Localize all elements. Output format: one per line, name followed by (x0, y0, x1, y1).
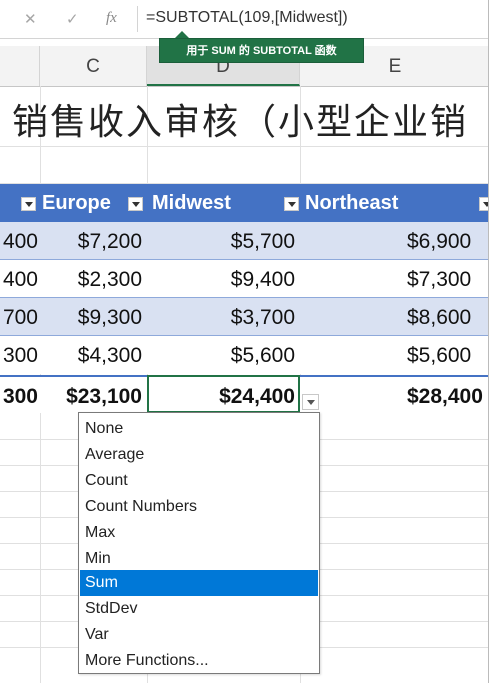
total-cell[interactable]: $28,400 (300, 377, 491, 415)
formula-bar: ✕ ✓ fx =SUBTOTAL(109,[Midwest]) (0, 0, 491, 39)
total-function-dropdown: None Average Count Count Numbers Max Min… (78, 412, 320, 674)
option-more-functions[interactable]: More Functions... (80, 648, 318, 674)
gridline (0, 146, 491, 147)
enter-icon[interactable]: ✓ (66, 10, 79, 28)
formula-input[interactable]: =SUBTOTAL(109,[Midwest]) (146, 9, 348, 27)
option-min[interactable]: Min (80, 546, 318, 572)
table-cell[interactable]: 400 (0, 222, 38, 260)
option-count[interactable]: Count (80, 468, 318, 494)
column-header-c[interactable]: C (40, 46, 147, 86)
header-midwest[interactable]: Midwest (152, 184, 231, 222)
table-row: 700 $9,300 $3,700 $8,600 (0, 298, 491, 336)
table-cell[interactable]: 400 (0, 260, 38, 298)
total-cell[interactable]: 300 (0, 377, 38, 415)
table-row: 400 $2,300 $9,400 $7,300 (0, 260, 491, 298)
table-cell[interactable]: $9,400 (147, 260, 295, 298)
table-cell[interactable]: $5,700 (147, 222, 295, 260)
option-sum[interactable]: Sum (80, 570, 318, 596)
table-row: 400 $7,200 $5,700 $6,900 (0, 222, 491, 260)
table-cell[interactable]: $5,600 (300, 336, 491, 374)
filter-dropdown-icon[interactable] (21, 197, 36, 211)
filter-dropdown-icon[interactable] (128, 197, 143, 211)
table-cell[interactable]: $6,900 (300, 222, 491, 260)
cancel-icon[interactable]: ✕ (24, 10, 37, 28)
table-cell[interactable]: $8,600 (300, 298, 491, 336)
selected-cell-outline (147, 375, 300, 413)
total-cell[interactable]: $23,100 (40, 377, 142, 415)
option-stddev[interactable]: StdDev (80, 596, 318, 622)
table-cell[interactable]: $2,300 (40, 260, 142, 298)
filter-dropdown-icon[interactable] (284, 197, 299, 211)
header-europe[interactable]: Europe (42, 184, 111, 222)
table-cell[interactable]: $4,300 (40, 336, 142, 374)
insert-function-icon[interactable]: fx (106, 10, 117, 27)
table-header-row: Europe Midwest Northeast (0, 184, 491, 222)
table-cell[interactable]: $7,300 (300, 260, 491, 298)
table-cell[interactable]: 300 (0, 336, 38, 374)
table-cell[interactable]: $5,600 (147, 336, 295, 374)
option-average[interactable]: Average (80, 442, 318, 468)
column-header-partial[interactable] (0, 46, 40, 86)
option-none[interactable]: None (80, 416, 318, 442)
option-var[interactable]: Var (80, 622, 318, 648)
option-count-numbers[interactable]: Count Numbers (80, 494, 318, 520)
header-northeast[interactable]: Northeast (305, 184, 398, 222)
tooltip-arrow (175, 31, 189, 38)
table-cell[interactable]: $3,700 (147, 298, 295, 336)
option-max[interactable]: Max (80, 520, 318, 546)
formula-bar-separator (137, 6, 138, 32)
total-dropdown-button[interactable] (302, 394, 319, 410)
table-cell[interactable]: $7,200 (40, 222, 142, 260)
sheet-title: 销售收入审核（小型企业销 (12, 102, 469, 143)
table-row: 300 $4,300 $5,600 $5,600 (0, 336, 491, 374)
table-cell[interactable]: $9,300 (40, 298, 142, 336)
function-tooltip: 用于 SUM 的 SUBTOTAL 函数 (159, 38, 364, 63)
table-cell[interactable]: 700 (0, 298, 38, 336)
